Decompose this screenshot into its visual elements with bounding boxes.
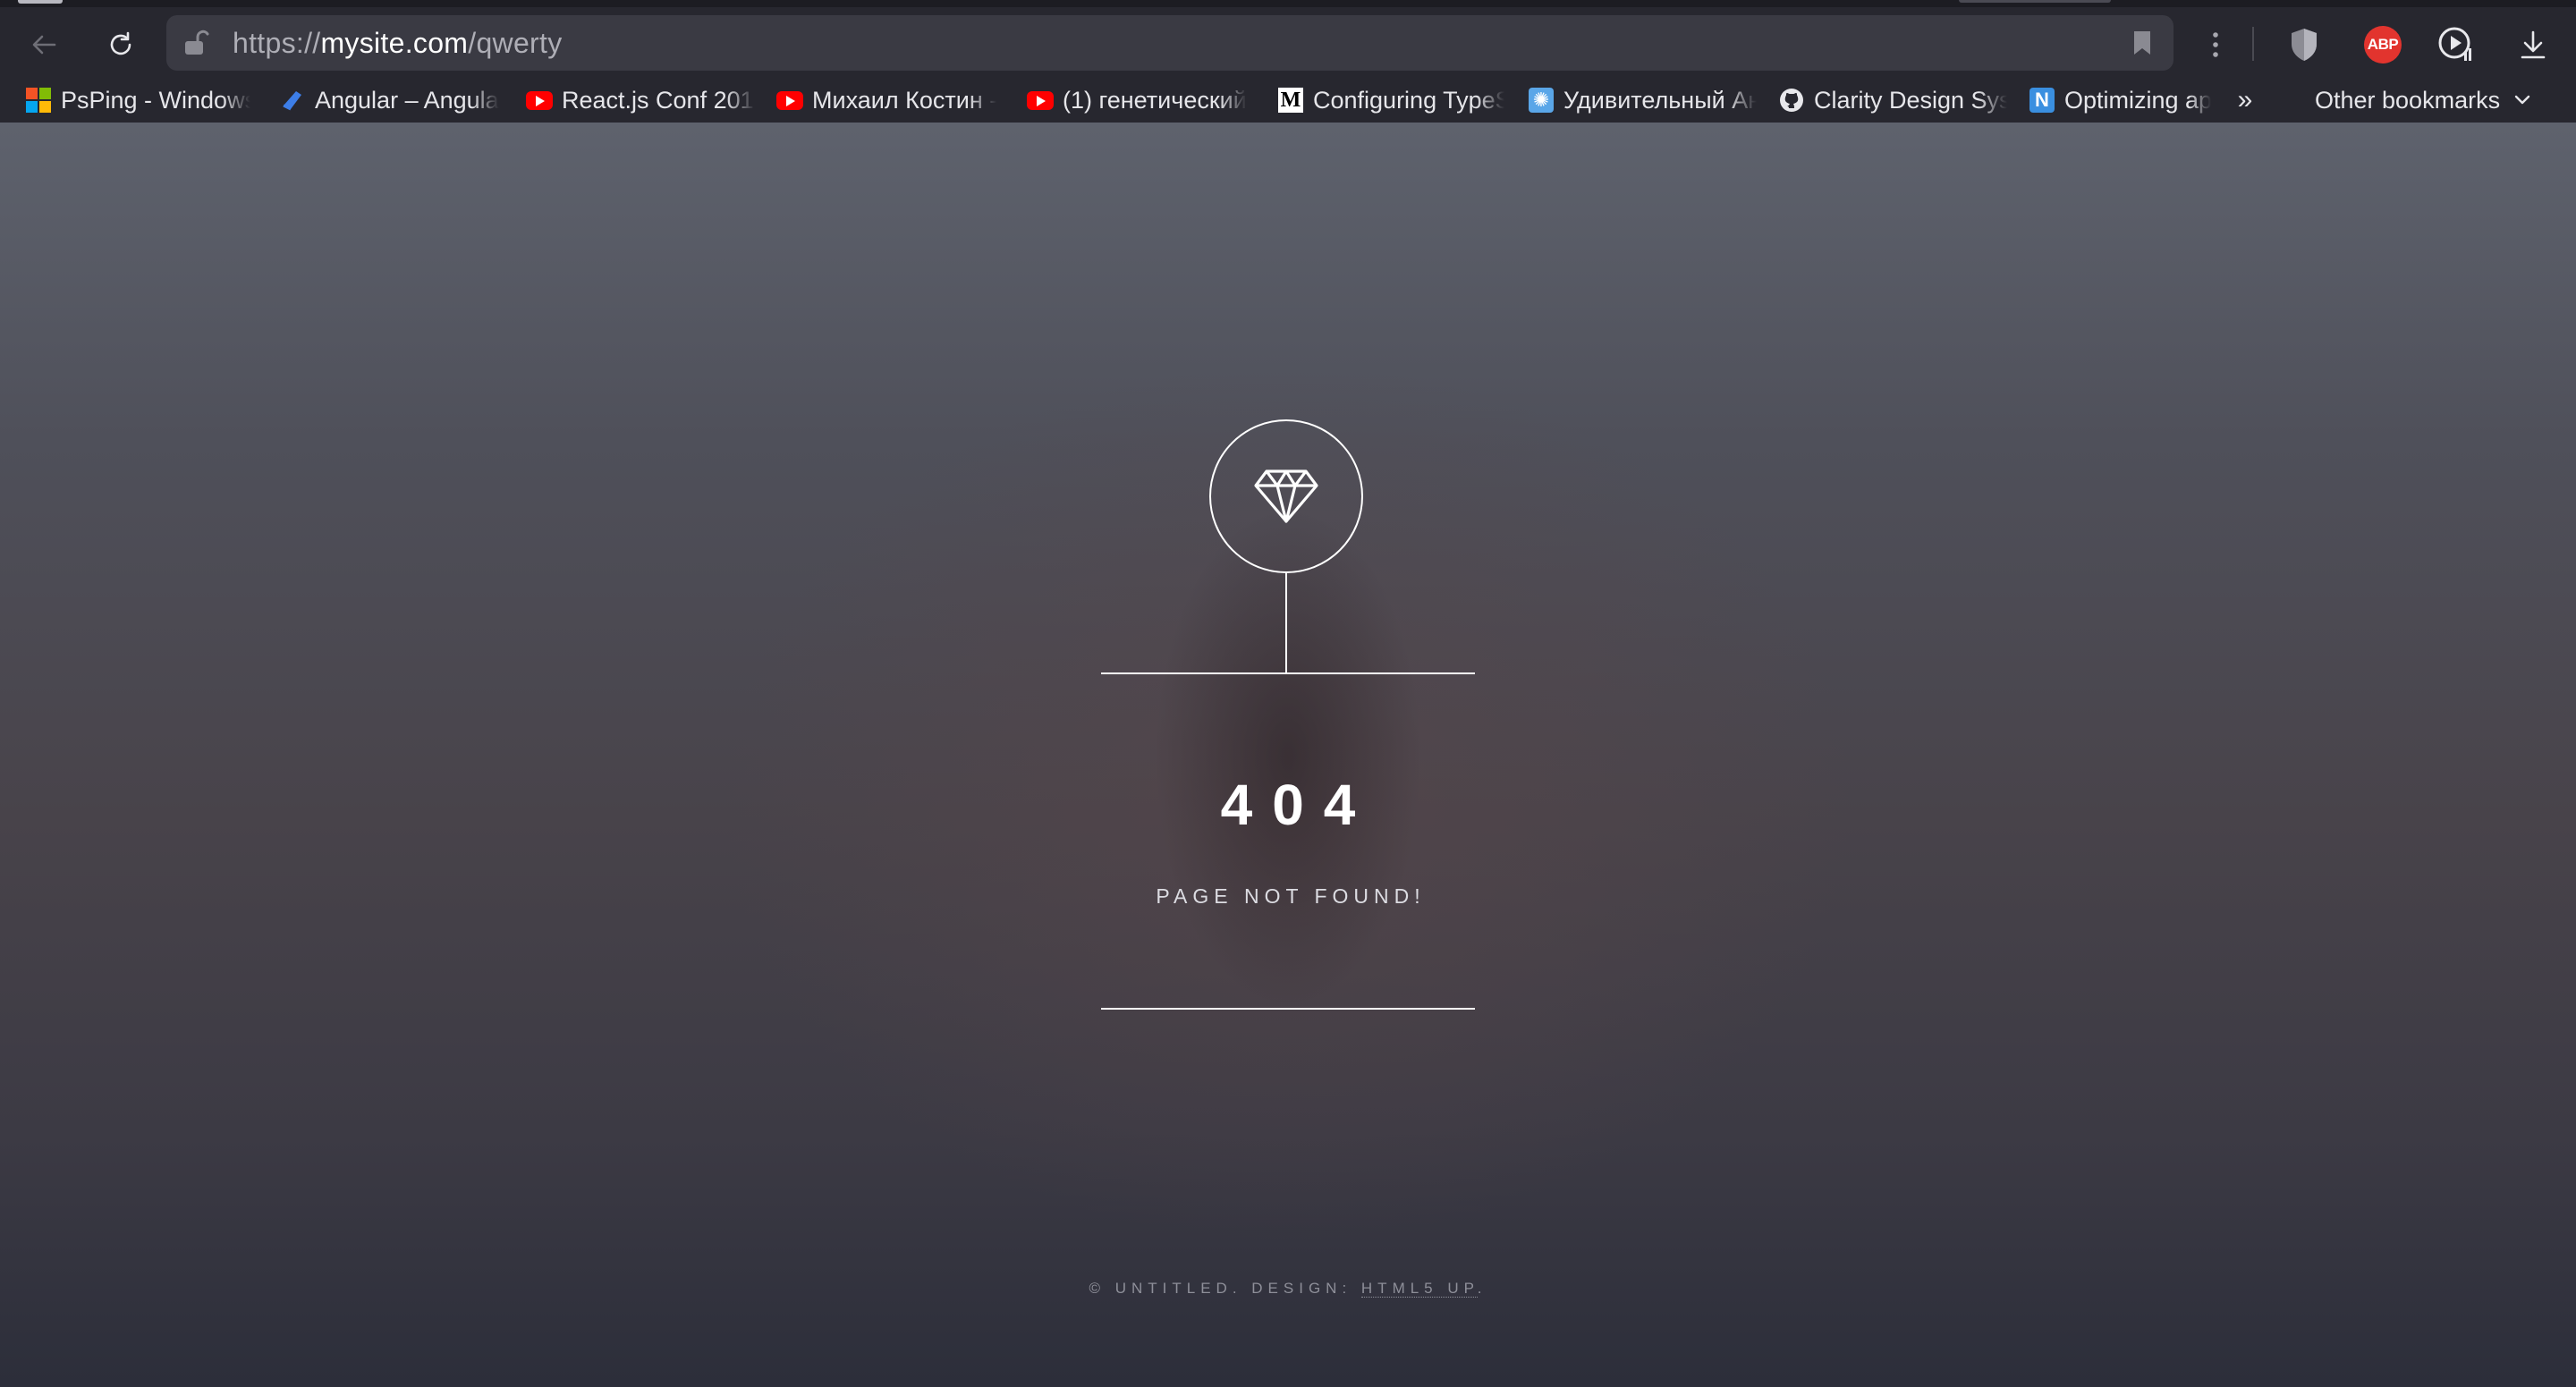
background-glow <box>1154 507 1422 1008</box>
shield-extension-button[interactable] <box>2279 20 2329 70</box>
chevron-down-icon <box>2514 95 2530 105</box>
kebab-menu-icon <box>2213 32 2218 57</box>
reload-icon <box>110 31 131 55</box>
microsoft-icon <box>25 87 52 114</box>
error-message: PAGE NOT FOUND! <box>1156 884 1426 908</box>
active-tab-indicator[interactable] <box>18 0 63 4</box>
url-text[interactable]: https://mysite.com/qwerty <box>233 27 563 60</box>
footer-credits: © UNTITLED. DESIGN: HTML5 UP. <box>894 1280 1682 1298</box>
menu-button[interactable] <box>2190 20 2241 70</box>
bookmark-item[interactable]: (1) генетический <box>1027 84 1252 116</box>
logo-stem-line <box>1285 573 1287 673</box>
html5up-link[interactable]: HTML5 UP <box>1360 1280 1478 1298</box>
other-bookmarks-label: Other bookmarks <box>2315 86 2501 114</box>
browser-chrome: https://mysite.com/qwerty ABP PsPing - W… <box>0 0 2576 123</box>
media-extension-button[interactable] <box>2431 20 2481 70</box>
youtube-icon <box>776 87 803 114</box>
n-icon: N <box>2029 87 2055 114</box>
unlocked-padlock-icon[interactable] <box>182 29 209 62</box>
more-bookmarks-chevron-icon[interactable]: » <box>2230 84 2260 116</box>
bookmark-item[interactable]: M Configuring TypeScript <box>1277 84 1504 116</box>
bookmark-item[interactable]: Angular – Angular <box>279 84 499 116</box>
tab-indicator[interactable] <box>1959 0 2111 3</box>
bookmark-item[interactable]: N Optimizing ap <box>2029 84 2211 116</box>
back-button[interactable] <box>19 20 69 70</box>
bookmark-item[interactable]: Михаил Костин - <box>776 84 996 116</box>
footer-text: © UNTITLED. DESIGN: <box>1089 1280 1361 1297</box>
bookmark-item[interactable]: PsPing - Windows <box>25 84 250 116</box>
bookmark-label: Clarity Design System <box>1814 86 2007 114</box>
top-divider <box>1101 672 1475 674</box>
bookmark-label: Angular – Angular <box>315 86 499 114</box>
url-host: mysite.com <box>320 27 469 59</box>
angular-icon <box>279 87 306 114</box>
bookmark-label: Михаил Костин - <box>812 86 996 114</box>
url-path: /qwerty <box>468 27 563 59</box>
bookmark-label: (1) генетический <box>1063 86 1247 114</box>
page-viewport: 404 PAGE NOT FOUND! © UNTITLED. DESIGN: … <box>0 123 2576 1387</box>
bottom-divider <box>1101 1008 1475 1010</box>
other-bookmarks-folder[interactable]: Other bookmarks <box>2315 84 2530 116</box>
bookmark-label: PsPing - Windows <box>61 86 250 114</box>
logo-circle <box>1209 419 1363 573</box>
youtube-icon <box>1027 87 1054 114</box>
abp-icon: ABP <box>2364 26 2402 63</box>
bookmark-label: React.js Conf 2016 <box>562 86 755 114</box>
download-icon <box>2521 30 2546 59</box>
youtube-icon <box>526 87 553 114</box>
reload-button[interactable] <box>96 20 146 70</box>
bookmark-label: Optimizing ap <box>2064 86 2211 114</box>
snowflake-icon: ✺ <box>1528 87 1555 114</box>
bookmark-label: Configuring TypeScript <box>1313 86 1504 114</box>
address-bar[interactable]: https://mysite.com/qwerty <box>166 15 2174 71</box>
url-scheme: https:// <box>233 27 321 59</box>
bookmark-item[interactable]: Clarity Design System <box>1778 84 2007 116</box>
shield-icon <box>2292 29 2317 61</box>
tab-strip <box>0 0 2576 7</box>
adblock-button[interactable]: ABP <box>2358 20 2408 70</box>
downloads-button[interactable] <box>2508 20 2558 70</box>
github-icon <box>1778 87 1805 114</box>
play-circle-icon <box>2438 27 2471 61</box>
bookmark-item[interactable]: ✺ Удивительный Ан <box>1528 84 1757 116</box>
medium-icon: M <box>1277 87 1304 114</box>
diamond-icon <box>1254 469 1318 523</box>
bookmark-label: Удивительный Ан <box>1563 86 1757 114</box>
toolbar-separator <box>2252 27 2254 61</box>
bookmark-icon[interactable] <box>2131 29 2154 62</box>
bookmark-item[interactable]: React.js Conf 2016 <box>526 84 755 116</box>
footer-period: . <box>1477 1280 1487 1297</box>
error-code: 404 <box>1220 773 1376 837</box>
back-arrow-icon <box>32 35 56 55</box>
bookmarks-bar: PsPing - Windows Angular – Angular React… <box>0 77 2576 122</box>
